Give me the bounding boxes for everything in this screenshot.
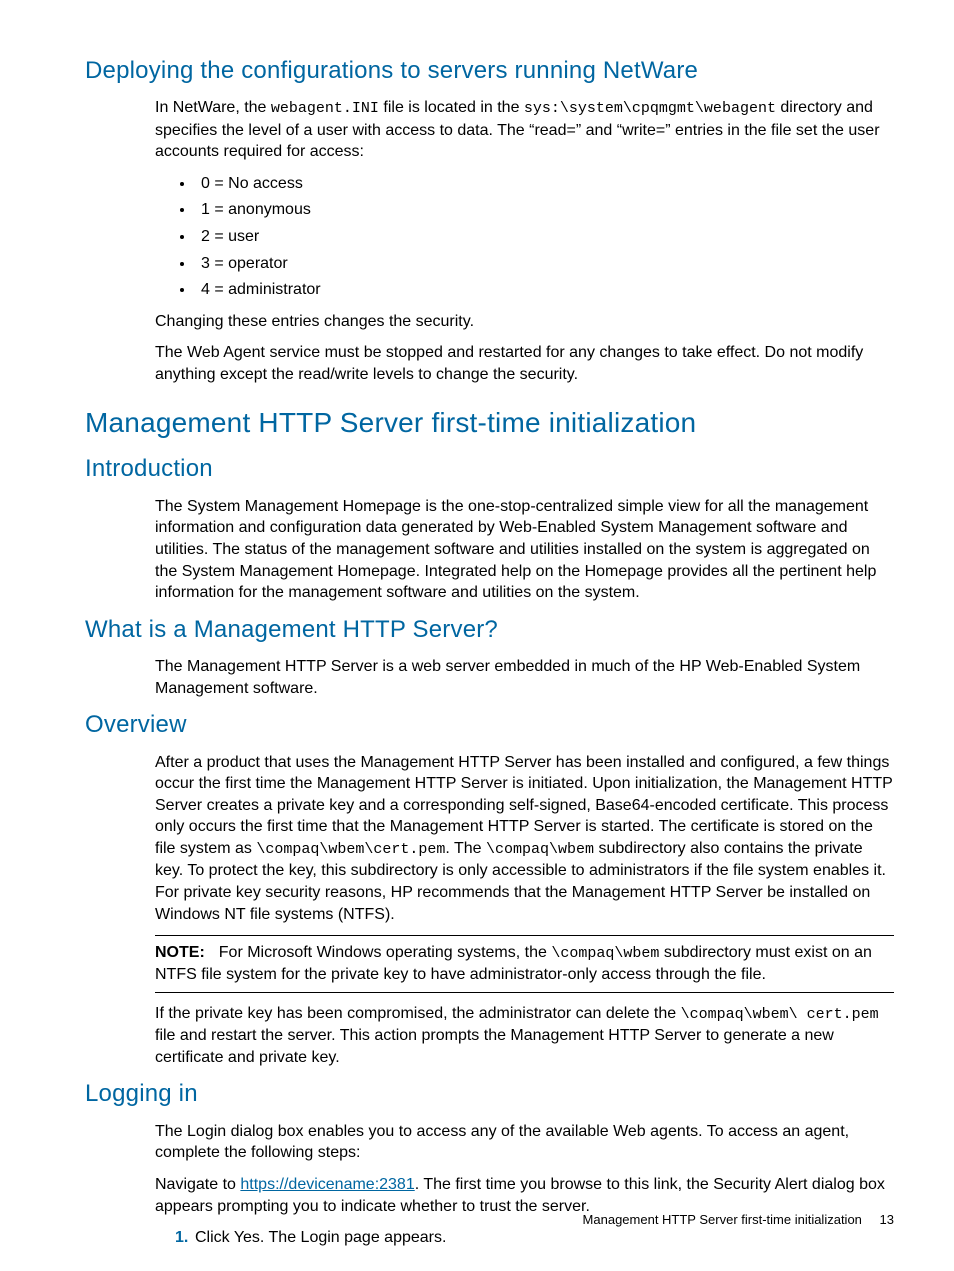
- code-inline: \compaq\wbem\ cert.pem: [681, 1006, 879, 1023]
- heading-logging-in: Logging in: [85, 1078, 894, 1110]
- step-text: Click Yes. The Login page appears.: [195, 1229, 446, 1246]
- list-item: 2 = user: [195, 226, 894, 248]
- footer-title: Management HTTP Server first-time initia…: [583, 1212, 862, 1227]
- paragraph: Changing these entries changes the secur…: [155, 311, 894, 333]
- text: file and restart the server. This action…: [155, 1027, 834, 1066]
- text: If the private key has been compromised,…: [155, 1005, 681, 1022]
- login-steps-list: 1.Click Yes. The Login page appears.: [155, 1227, 894, 1249]
- paragraph: The Management HTTP Server is a web serv…: [155, 656, 894, 699]
- heading-overview: Overview: [85, 709, 894, 741]
- document-page: Deploying the configurations to servers …: [0, 0, 954, 1271]
- section-logging-in-body: The Login dialog box enables you to acce…: [155, 1121, 894, 1249]
- paragraph: The System Management Homepage is the on…: [155, 496, 894, 604]
- page-number: 13: [880, 1212, 894, 1227]
- paragraph: The Login dialog box enables you to acce…: [155, 1121, 894, 1164]
- text: . The: [445, 840, 486, 857]
- code-inline: webagent.INI: [271, 100, 379, 117]
- code-inline: \compaq\wbem\cert.pem: [256, 841, 445, 858]
- list-item: 1.Click Yes. The Login page appears.: [175, 1227, 894, 1249]
- heading-management-http-init: Management HTTP Server first-time initia…: [85, 404, 894, 442]
- note-label: NOTE:: [155, 944, 205, 961]
- text: In NetWare, the: [155, 99, 271, 116]
- step-number: 1.: [175, 1227, 195, 1249]
- note-callout: NOTE: For Microsoft Windows operating sys…: [155, 935, 894, 993]
- heading-what-is-server: What is a Management HTTP Server?: [85, 614, 894, 646]
- code-inline: sys:\system\cpqmgmt\webagent: [524, 100, 776, 117]
- section-overview-body: After a product that uses the Management…: [155, 752, 894, 1069]
- list-item: 3 = operator: [195, 253, 894, 275]
- list-item: 4 = administrator: [195, 279, 894, 301]
- access-level-list: 0 = No access 1 = anonymous 2 = user 3 =…: [155, 173, 894, 301]
- page-footer: Management HTTP Server first-time initia…: [583, 1211, 894, 1229]
- device-url-link[interactable]: https://devicename:2381: [240, 1176, 414, 1193]
- text: file is located in the: [379, 99, 524, 116]
- text: For Microsoft Windows operating systems,…: [219, 944, 552, 961]
- list-item: 0 = No access: [195, 173, 894, 195]
- paragraph: After a product that uses the Management…: [155, 752, 894, 925]
- paragraph: The Web Agent service must be stopped an…: [155, 342, 894, 385]
- section-what-is-body: The Management HTTP Server is a web serv…: [155, 656, 894, 699]
- code-inline: \compaq\wbem: [551, 945, 659, 962]
- paragraph: If the private key has been compromised,…: [155, 1003, 894, 1068]
- list-item: 1 = anonymous: [195, 199, 894, 221]
- heading-introduction: Introduction: [85, 453, 894, 485]
- section-introduction-body: The System Management Homepage is the on…: [155, 496, 894, 604]
- heading-deploying-netware: Deploying the configurations to servers …: [85, 55, 894, 87]
- text: Navigate to: [155, 1176, 240, 1193]
- paragraph: In NetWare, the webagent.INI file is loc…: [155, 97, 894, 162]
- section-deploying-body: In NetWare, the webagent.INI file is loc…: [155, 97, 894, 385]
- code-inline: \compaq\wbem: [486, 841, 594, 858]
